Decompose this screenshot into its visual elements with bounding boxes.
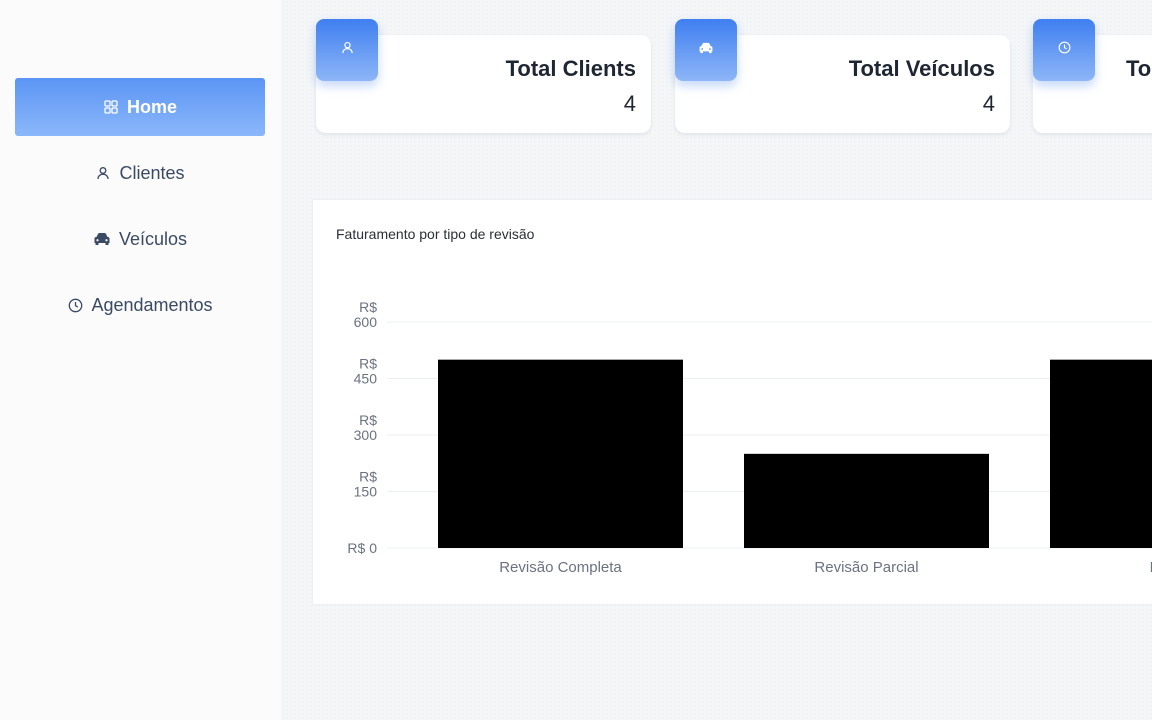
grid-icon (103, 99, 119, 115)
stat-card-total-clients: Total Clients 4 (316, 19, 651, 133)
sidebar-item-label: Clientes (119, 162, 185, 183)
bar (438, 359, 683, 548)
user-icon (95, 165, 111, 181)
y-tick-label: R$ 450 (354, 356, 378, 387)
sidebar-item-clientes[interactable]: Clientes (15, 144, 265, 202)
sidebar-item-label: Agendamentos (91, 294, 213, 315)
car-icon (93, 231, 111, 247)
revenue-chart-card: Faturamento por tipo de revisão R$ 0 R$ 15… (312, 199, 1152, 605)
stat-title: Total Veículos (848, 56, 995, 81)
stat-card-total-veiculos: Total Veículos 4 (675, 19, 1010, 133)
sidebar-item-label: Veículos (118, 228, 188, 249)
sidebar: Home Clientes Veículos Agendamentos (0, 0, 281, 720)
y-tick-label: R$ 150 (354, 469, 378, 500)
x-tick-label: Revisão Parcial (814, 559, 918, 576)
bar (744, 453, 989, 548)
stat-badge (316, 19, 378, 81)
y-tick-label: R$ 0 (347, 540, 377, 556)
clock-icon (1058, 41, 1071, 59)
user-icon (341, 41, 354, 59)
revenue-bar-chart: R$ 0 R$ 150 R$ 300 R$ 450 R$ 600 Revisão Completa… (347, 299, 1152, 576)
stat-value: 4 (982, 91, 995, 116)
sidebar-item-veiculos[interactable]: Veículos (15, 210, 265, 268)
sidebar-item-agendamentos[interactable]: Agendamentos (15, 276, 265, 334)
y-tick-label: R$ 600 (354, 299, 378, 330)
sidebar-item-label: Home (126, 96, 177, 117)
stat-badge (675, 19, 737, 81)
stat-card-total-agendamentos: To (1033, 19, 1152, 133)
stat-title: Total Clients (505, 56, 636, 81)
stat-badge (1033, 19, 1095, 81)
x-tick-label: Revisão Completa (499, 559, 622, 576)
clock-icon (67, 297, 83, 313)
sidebar-item-home[interactable]: Home (15, 78, 265, 136)
y-tick-label: R$ 300 (354, 412, 378, 443)
app-root: Home Clientes Veículos Agendamentos Tota… (0, 0, 1152, 720)
stat-title: To (1126, 56, 1152, 81)
bar (1050, 359, 1152, 548)
car-icon (698, 41, 714, 59)
stat-value: 4 (623, 91, 636, 116)
main-content: Total Clients 4 Total Veículos 4 To Fatu… (281, 0, 1152, 720)
